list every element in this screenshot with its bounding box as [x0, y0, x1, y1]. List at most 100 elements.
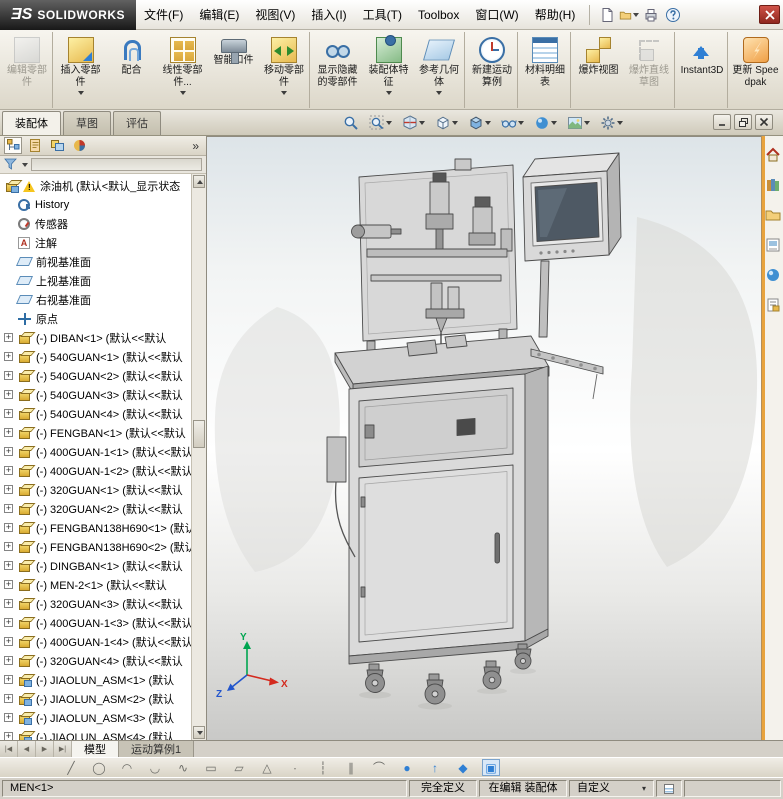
expander-icon[interactable]: +	[4, 694, 13, 703]
command-button[interactable]: 编辑零部件	[2, 32, 53, 108]
tree-item[interactable]: + (-) JIAOLUN_ASM<1> (默认	[0, 670, 191, 689]
document-tab[interactable]: 模型	[72, 741, 119, 757]
command-button[interactable]: 新建运动算例	[467, 32, 518, 108]
tree-item[interactable]: + (-) 540GUAN<2> (默认<<默认	[0, 366, 191, 385]
tree-item[interactable]: History	[0, 195, 191, 214]
command-button[interactable]: 智能扣件	[208, 32, 259, 108]
tree-item[interactable]: + (-) 400GUAN-1<2> (默认<<默认	[0, 461, 191, 480]
sketch-tool-icon[interactable]: ∙	[286, 759, 304, 776]
expander-icon[interactable]: +	[4, 447, 13, 456]
sketch-tool-icon[interactable]: ◠	[118, 759, 136, 776]
graphics-viewport[interactable]: Y X Z	[207, 136, 761, 740]
tree-item[interactable]: 注解	[0, 233, 191, 252]
tree-item[interactable]: + (-) MEN-2<1> (默认<<默认	[0, 575, 191, 594]
zoom-fit-button[interactable]	[340, 113, 362, 133]
doc-close-button[interactable]	[755, 114, 773, 130]
expander-icon[interactable]: +	[4, 504, 13, 513]
expander-icon[interactable]: +	[4, 409, 13, 418]
sketch-tool-icon[interactable]: ↑	[426, 759, 444, 776]
sketch-tool-icon[interactable]: ┆	[314, 759, 332, 776]
expander-icon[interactable]: +	[4, 637, 13, 646]
command-button[interactable]: 参考几何体	[414, 32, 465, 108]
sketch-tool-icon[interactable]: ∿	[174, 759, 192, 776]
expander-icon[interactable]: +	[4, 333, 13, 342]
open-document-button[interactable]	[618, 4, 640, 26]
tree-item[interactable]: + (-) 400GUAN-1<1> (默认<<默认	[0, 442, 191, 461]
command-button[interactable]: 爆炸视图	[573, 32, 624, 108]
print-button[interactable]	[640, 4, 662, 26]
tree-scrollbar[interactable]	[191, 174, 206, 740]
configurationmanager-tab[interactable]	[48, 137, 66, 154]
expander-icon[interactable]: +	[4, 675, 13, 684]
tree-item[interactable]: 前视基准面	[0, 252, 191, 271]
appearances-icon[interactable]	[764, 266, 782, 284]
tree-item[interactable]: 原点	[0, 309, 191, 328]
doc-restore-button[interactable]	[734, 114, 752, 130]
hide-show-items-button[interactable]	[498, 113, 527, 133]
menu-item[interactable]: 工具(T)	[355, 6, 410, 23]
expander-icon[interactable]: +	[4, 656, 13, 665]
command-button[interactable]: 移动零部件	[259, 32, 310, 108]
tree-item[interactable]: + (-) 540GUAN<3> (默认<<默认	[0, 385, 191, 404]
expander-icon[interactable]: +	[4, 371, 13, 380]
expander-icon[interactable]: +	[4, 390, 13, 399]
sketch-tool-icon[interactable]: ◆	[454, 759, 472, 776]
menu-item[interactable]: Toolbox	[410, 8, 467, 22]
sketch-tool-icon[interactable]: ⌒	[370, 759, 388, 776]
expander-icon[interactable]: +	[4, 523, 13, 532]
menu-item[interactable]: 插入(I)	[303, 6, 354, 23]
display-style-button[interactable]	[465, 113, 494, 133]
sketch-tool-icon[interactable]: ╱	[62, 759, 80, 776]
edit-appearance-button[interactable]	[531, 113, 560, 133]
expander-icon[interactable]: +	[4, 466, 13, 475]
tree-item[interactable]: + (-) JIAOLUN_ASM<2> (默认	[0, 689, 191, 708]
command-button[interactable]: 装配体特征	[363, 32, 414, 108]
tree-item[interactable]: + (-) DIBAN<1> (默认<<默认	[0, 328, 191, 347]
tree-item[interactable]: + (-) 400GUAN-1<4> (默认<<默认	[0, 632, 191, 651]
menu-item[interactable]: 编辑(E)	[191, 6, 247, 23]
tree-item[interactable]: + (-) 320GUAN<3> (默认<<默认	[0, 594, 191, 613]
command-button[interactable]: 显示隐藏的零部件	[312, 32, 363, 108]
view-palette-icon[interactable]	[764, 236, 782, 254]
tree-item[interactable]: + (-) DINGBAN<1> (默认<<默认	[0, 556, 191, 575]
tree-item[interactable]: + (-) FENGBAN<1> (默认<<默认	[0, 423, 191, 442]
filter-input[interactable]	[31, 158, 202, 171]
expander-icon[interactable]: +	[4, 485, 13, 494]
expander-icon[interactable]: +	[4, 428, 13, 437]
sketch-tool-icon[interactable]: ●	[398, 759, 416, 776]
featuremanager-tree-tab[interactable]	[4, 137, 22, 154]
menu-item[interactable]: 帮助(H)	[527, 6, 584, 23]
custom-properties-icon[interactable]	[764, 296, 782, 314]
status-custom-dropdown[interactable]: 自定义 ▾	[569, 780, 654, 797]
expander-icon[interactable]: +	[4, 713, 13, 722]
displaymanager-tab[interactable]	[70, 137, 88, 154]
tree-root-item[interactable]: 涂油机 (默认<默认_显示状态	[0, 176, 191, 195]
command-button[interactable]: 线性零部件...	[157, 32, 208, 108]
apply-scene-button[interactable]	[564, 113, 593, 133]
command-button[interactable]: Instant3D	[677, 32, 728, 108]
tree-item[interactable]: + (-) FENGBAN138H690<1> (默认	[0, 518, 191, 537]
tree-item[interactable]: + (-) 400GUAN-1<3> (默认<<默认	[0, 613, 191, 632]
tree-item[interactable]: + (-) 320GUAN<2> (默认<<默认	[0, 499, 191, 518]
tree-item[interactable]: + (-) 320GUAN<4> (默认<<默认	[0, 651, 191, 670]
command-button[interactable]: 爆炸直线草图	[624, 32, 675, 108]
file-explorer-icon[interactable]	[764, 206, 782, 224]
tree-item[interactable]: 右视基准面	[0, 290, 191, 309]
sketch-tool-icon[interactable]: △	[258, 759, 276, 776]
tab-nav-button[interactable]: ▶|	[54, 741, 72, 757]
sketch-tool-icon[interactable]: ▣	[482, 759, 500, 776]
view-settings-button[interactable]	[597, 113, 626, 133]
expander-icon[interactable]: +	[4, 352, 13, 361]
command-tab[interactable]: 装配体	[2, 111, 61, 135]
command-button[interactable]: 配合	[106, 32, 157, 108]
filter-dropdown-icon[interactable]	[22, 163, 28, 167]
scroll-thumb[interactable]	[193, 420, 205, 448]
menu-item[interactable]: 文件(F)	[136, 6, 191, 23]
view-orientation-button[interactable]	[432, 113, 461, 133]
tab-nav-button[interactable]: |◀	[0, 741, 18, 757]
help-button[interactable]	[662, 4, 684, 26]
tree-item[interactable]: + (-) JIAOLUN_ASM<3> (默认	[0, 708, 191, 727]
tree-item[interactable]: + (-) 540GUAN<4> (默认<<默认	[0, 404, 191, 423]
sketch-tool-icon[interactable]: ▭	[202, 759, 220, 776]
command-button[interactable]: 插入零部件	[55, 32, 106, 108]
